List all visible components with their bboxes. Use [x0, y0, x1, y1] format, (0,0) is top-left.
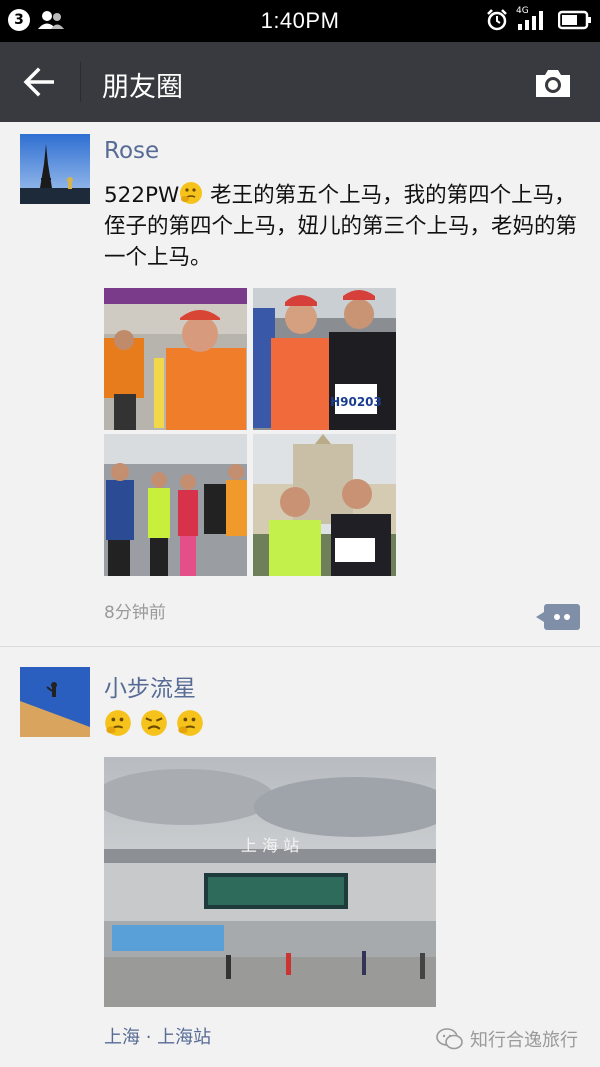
- photo-thumbnail[interactable]: [253, 434, 396, 576]
- moments-feed: Rose 522PW 老王的第五个上马，我的第四个上马，侄子的第四个上马，妞儿的…: [0, 122, 600, 1067]
- status-bar: 3 1:40PM 4G: [0, 0, 600, 42]
- station-sign: 上 海 站: [241, 836, 299, 855]
- thinking-emoji-icon: [180, 182, 203, 204]
- post-photo[interactable]: 上 海 站: [104, 757, 436, 1007]
- moment-post: 小步流星 上 海 站 上海 · 上海站 知行合逸旅行: [0, 647, 600, 1067]
- post-location[interactable]: 上海 · 上海站: [104, 1023, 211, 1049]
- avatar[interactable]: [20, 667, 90, 737]
- alarm-icon: [487, 9, 507, 31]
- post-text: 522PW 老王的第五个上马，我的第四个上马，侄子的第四个上马，妞儿的第三个上马…: [104, 180, 584, 273]
- comment-menu-icon[interactable]: [536, 604, 580, 630]
- emoji-row: [104, 709, 204, 737]
- page-title: 朋友圈: [102, 72, 183, 103]
- signal-icon: 4G: [516, 6, 550, 31]
- photo-thumbnail[interactable]: [104, 288, 247, 430]
- post-text-prefix: 522PW: [104, 183, 180, 208]
- avatar[interactable]: [20, 134, 90, 204]
- nav-bar: 朋友圈: [0, 42, 600, 122]
- watermark-text: 知行合逸旅行: [470, 1030, 578, 1051]
- battery-icon: [558, 10, 591, 30]
- back-arrow-icon[interactable]: [22, 66, 58, 98]
- photo-thumbnail[interactable]: [104, 434, 247, 576]
- watermark: 知行合逸旅行: [436, 1026, 578, 1052]
- moment-post: Rose 522PW 老王的第五个上马，我的第四个上马，侄子的第四个上马，妞儿的…: [0, 122, 600, 647]
- photo-thumbnail[interactable]: H90203: [253, 288, 396, 430]
- thinking-emoji-icon: [177, 710, 203, 736]
- thinking-emoji-icon: [105, 710, 131, 736]
- nickname[interactable]: Rose: [104, 138, 159, 164]
- wechat-logo-icon: [436, 1028, 463, 1050]
- nav-divider: [80, 62, 81, 102]
- camera-icon[interactable]: [534, 67, 572, 99]
- bib-number: H90203: [330, 395, 382, 409]
- post-timestamp: 8分钟前: [104, 603, 166, 623]
- photo-grid: H90203: [104, 288, 396, 576]
- angry-emoji-icon: [141, 710, 167, 736]
- nickname[interactable]: 小步流星: [104, 669, 196, 703]
